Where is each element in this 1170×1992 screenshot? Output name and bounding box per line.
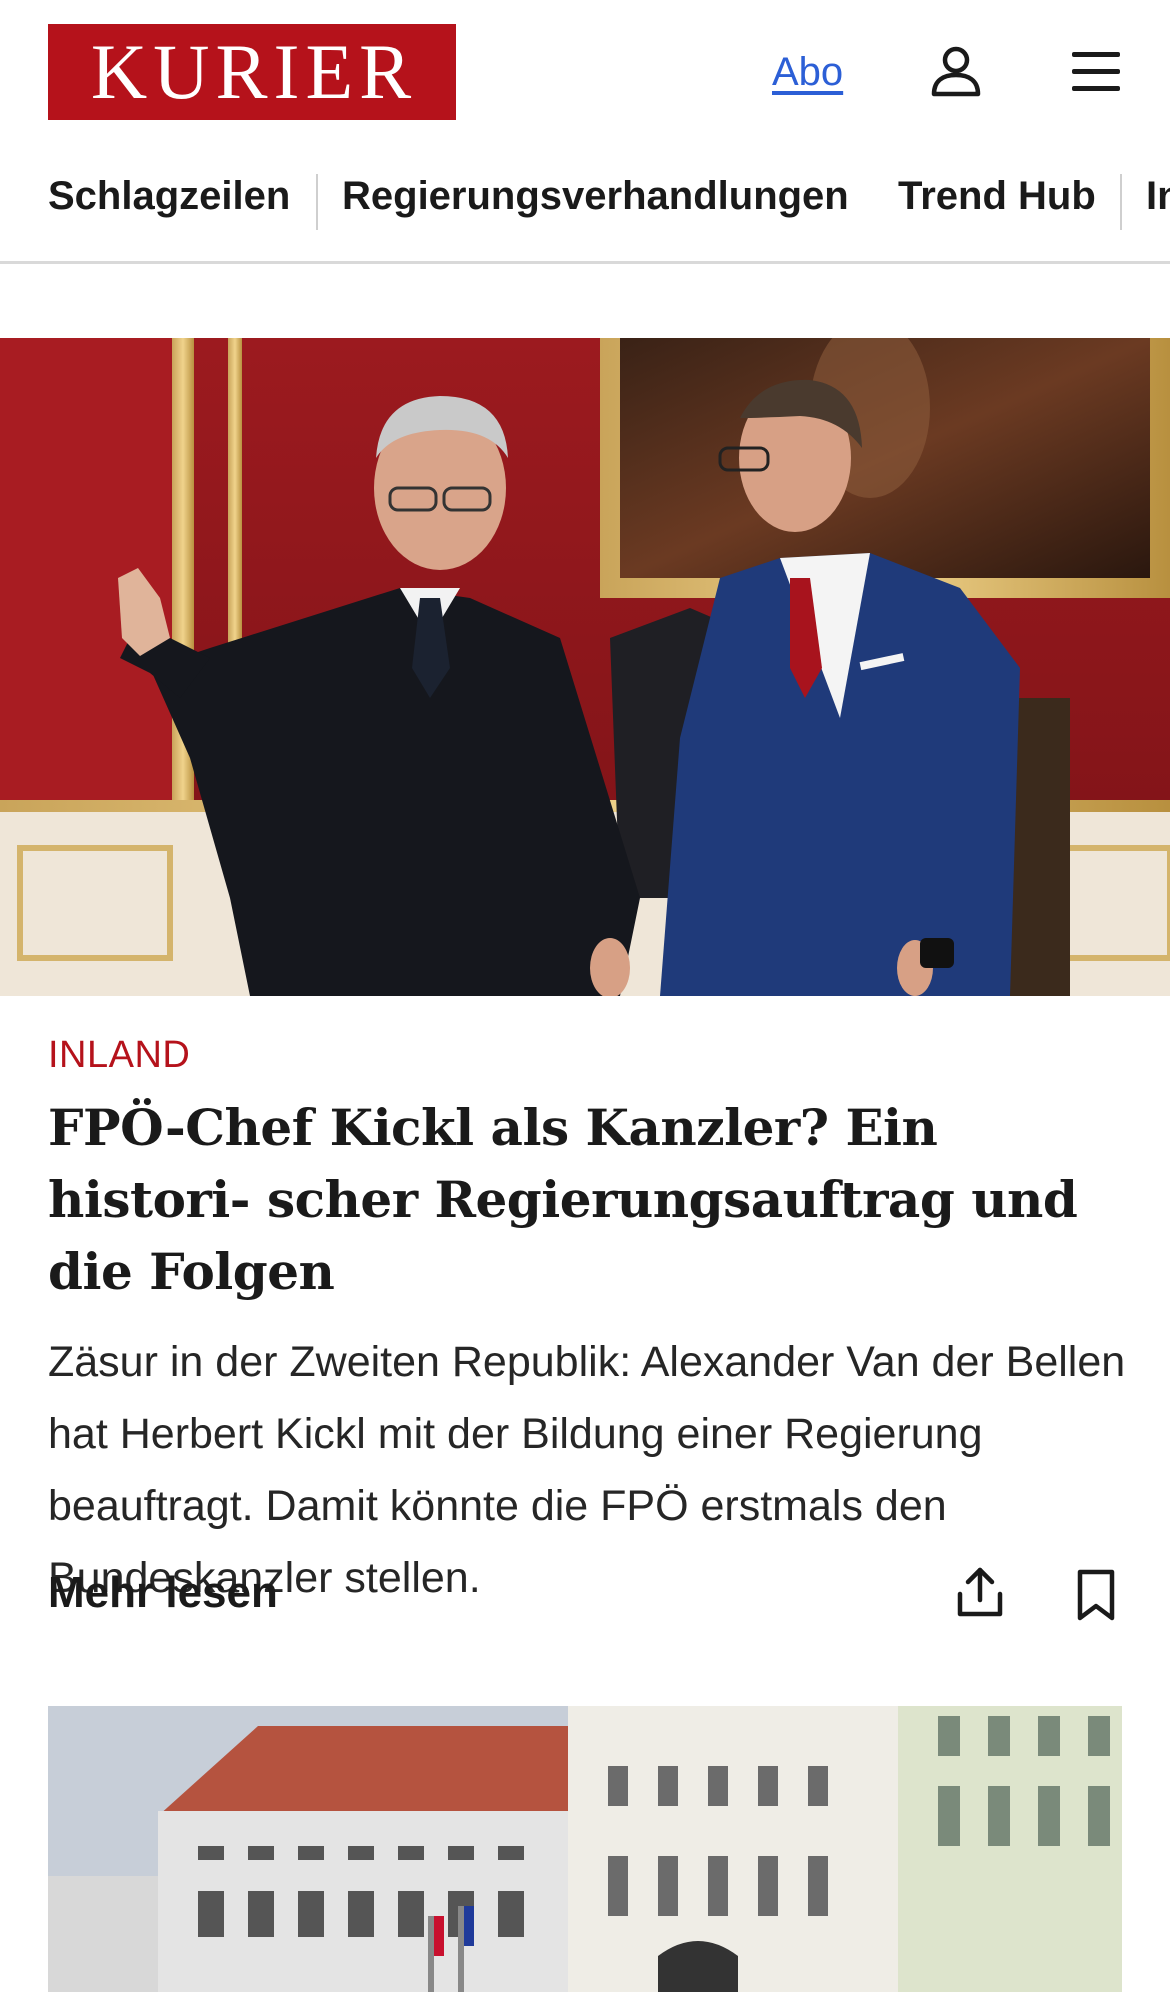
nav-item-regierungsverhandlungen[interactable]: Regierungsverhandlungen bbox=[342, 172, 849, 220]
read-more-link[interactable]: Mehr lesen bbox=[48, 1568, 278, 1618]
article-headline[interactable]: FPÖ-Chef Kickl als Kanzler? Ein histori-… bbox=[48, 1092, 1128, 1308]
top-bar: KURIER Abo bbox=[0, 0, 1170, 142]
kurier-logo[interactable]: KURIER bbox=[48, 24, 456, 120]
hamburger-menu-icon bbox=[1072, 52, 1120, 91]
nav-item-trend-hub[interactable]: Trend Hub bbox=[898, 172, 1096, 220]
user-icon bbox=[931, 46, 981, 97]
abo-link[interactable]: Abo bbox=[772, 48, 843, 96]
share-button[interactable] bbox=[954, 1564, 1006, 1620]
building-photo bbox=[48, 1706, 1122, 1992]
section-nav: Schlagzeilen Regierungsverhandlungen Tre… bbox=[0, 160, 1170, 264]
article-category[interactable]: INLAND bbox=[48, 1030, 1128, 1080]
user-account-button[interactable] bbox=[928, 44, 984, 100]
nav-item-schlagzeilen[interactable]: Schlagzeilen bbox=[48, 172, 290, 220]
hero-article-image[interactable] bbox=[0, 338, 1170, 996]
nav-divider bbox=[316, 174, 318, 230]
bookmark-button[interactable] bbox=[1074, 1568, 1118, 1622]
second-article-image[interactable] bbox=[48, 1706, 1122, 1992]
bookmark-icon bbox=[1077, 1569, 1115, 1621]
hero-photo bbox=[0, 338, 1170, 996]
nav-item-truncated[interactable]: In bbox=[1146, 172, 1170, 220]
nav-divider bbox=[1120, 174, 1122, 230]
main-menu-button[interactable] bbox=[1068, 46, 1124, 98]
article-teaser: INLAND FPÖ-Chef Kickl als Kanzler? Ein h… bbox=[48, 1030, 1128, 1614]
share-icon bbox=[957, 1567, 1003, 1617]
article-actions: Mehr lesen bbox=[48, 1564, 1128, 1624]
